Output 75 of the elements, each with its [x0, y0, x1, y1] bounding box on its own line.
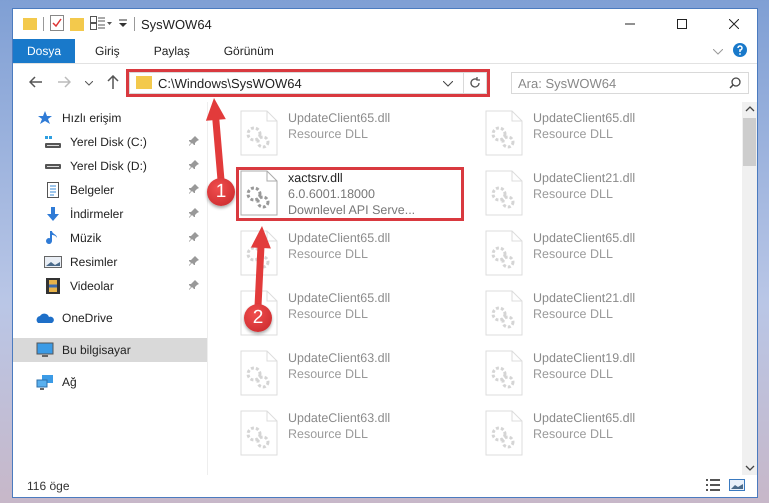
ribbon-tab[interactable]: Paylaş — [140, 39, 204, 63]
file-detail: Resource DLL — [533, 187, 614, 201]
file-detail: Resource DLL — [288, 247, 369, 261]
pin-icon[interactable] — [189, 159, 199, 173]
window-title: SysWOW64 — [141, 16, 213, 32]
sidebar-item[interactable]: Resimler — [13, 250, 207, 274]
sidebar-item-icon — [44, 182, 62, 198]
file-detail: Resource DLL — [288, 427, 369, 441]
help-icon[interactable] — [733, 42, 747, 60]
pin-icon[interactable] — [189, 183, 199, 197]
pin-icon[interactable] — [189, 255, 199, 269]
pin-icon[interactable] — [189, 231, 199, 245]
pin-icon[interactable] — [189, 135, 199, 149]
back-icon[interactable] — [29, 76, 43, 90]
ribbon-tab[interactable]: Dosya — [13, 39, 76, 63]
file-name: UpdateClient65.dll — [533, 411, 636, 425]
sidebar-item-icon — [44, 206, 62, 222]
properties-icon[interactable] — [50, 14, 64, 34]
sidebar-item[interactable]: OneDrive — [13, 306, 207, 330]
ribbon-tab[interactable]: Görünüm — [210, 39, 288, 63]
ribbon-tab[interactable]: Giriş — [81, 39, 134, 63]
file-detail: 6.0.6001.18000 — [288, 187, 376, 201]
sidebar-item[interactable]: Müzik — [13, 226, 207, 250]
file-name: xactsrv.dll — [288, 171, 344, 185]
pin-icon[interactable] — [189, 207, 199, 221]
forward-icon[interactable] — [57, 76, 71, 90]
sidebar-item-icon — [44, 134, 62, 150]
file-name: UpdateClient65.dll — [288, 231, 390, 245]
pin-icon[interactable] — [189, 279, 199, 293]
file-detail: Resource DLL — [533, 307, 614, 321]
scrollbar[interactable] — [742, 102, 757, 475]
folder-icon — [136, 74, 152, 92]
sidebar-item-icon — [44, 163, 62, 169]
file-detail: Resource DLL — [533, 127, 614, 141]
sidebar-item[interactable]: Yerel Disk (D:) — [13, 154, 207, 178]
dll-file-icon[interactable] — [240, 170, 278, 216]
file-name: UpdateClient65.dll — [533, 111, 636, 125]
search-icon[interactable] — [729, 77, 741, 89]
file-detail: Resource DLL — [288, 367, 369, 381]
sidebar-item[interactable]: İndirmeler — [13, 202, 207, 226]
file-detail: Resource DLL — [533, 367, 614, 381]
file-name: UpdateClient63.dll — [288, 351, 390, 365]
file-detail: Resource DLL — [533, 427, 614, 441]
sidebar-item-icon — [44, 278, 62, 294]
sidebar-item[interactable]: Videolar — [13, 274, 207, 298]
maximize-icon[interactable] — [677, 19, 687, 29]
file-name: UpdateClient65.dll — [533, 231, 636, 245]
search-field[interactable]: Ara: SysWOW64 — [511, 72, 749, 94]
file-name: UpdateClient65.dll — [288, 291, 390, 305]
file-name: UpdateClient19.dll — [533, 351, 636, 365]
sidebar-item[interactable]: Ağ — [13, 370, 207, 394]
address-path: C:\Windows\SysWOW64 — [158, 76, 303, 90]
sidebar-item[interactable]: Belgeler — [13, 178, 207, 202]
sidebar-item-icon — [36, 374, 54, 390]
file-detail: Resource DLL — [288, 127, 369, 141]
file-detail: Downlevel API Serve... — [288, 203, 416, 217]
folder-icon[interactable] — [23, 16, 37, 32]
sidebar-item-icon — [36, 110, 54, 126]
file-detail: Resource DLL — [533, 247, 614, 261]
file-name: UpdateClient21.dll — [533, 171, 636, 185]
file-name: UpdateClient63.dll — [288, 411, 390, 425]
sidebar-item-icon — [36, 342, 54, 358]
close-icon[interactable] — [729, 19, 739, 29]
sidebar-item[interactable]: Yerel Disk (C:) — [13, 130, 207, 154]
scroll-thumb[interactable] — [743, 118, 756, 166]
sidebar-item[interactable]: Bu bilgisayar — [13, 338, 207, 362]
sidebar-item[interactable]: Hızlı erişim — [13, 106, 207, 130]
file-detail: Resource DLL — [288, 307, 369, 321]
address-bar[interactable]: C:\Windows\SysWOW64 — [129, 72, 487, 94]
view-options-icon[interactable] — [90, 16, 112, 32]
file-name: UpdateClient65.dll — [288, 111, 390, 125]
file-name: UpdateClient21.dll — [533, 291, 636, 305]
up-icon[interactable] — [107, 74, 119, 92]
item-count: 116 öge — [27, 479, 70, 493]
sidebar-item-icon — [44, 254, 62, 270]
